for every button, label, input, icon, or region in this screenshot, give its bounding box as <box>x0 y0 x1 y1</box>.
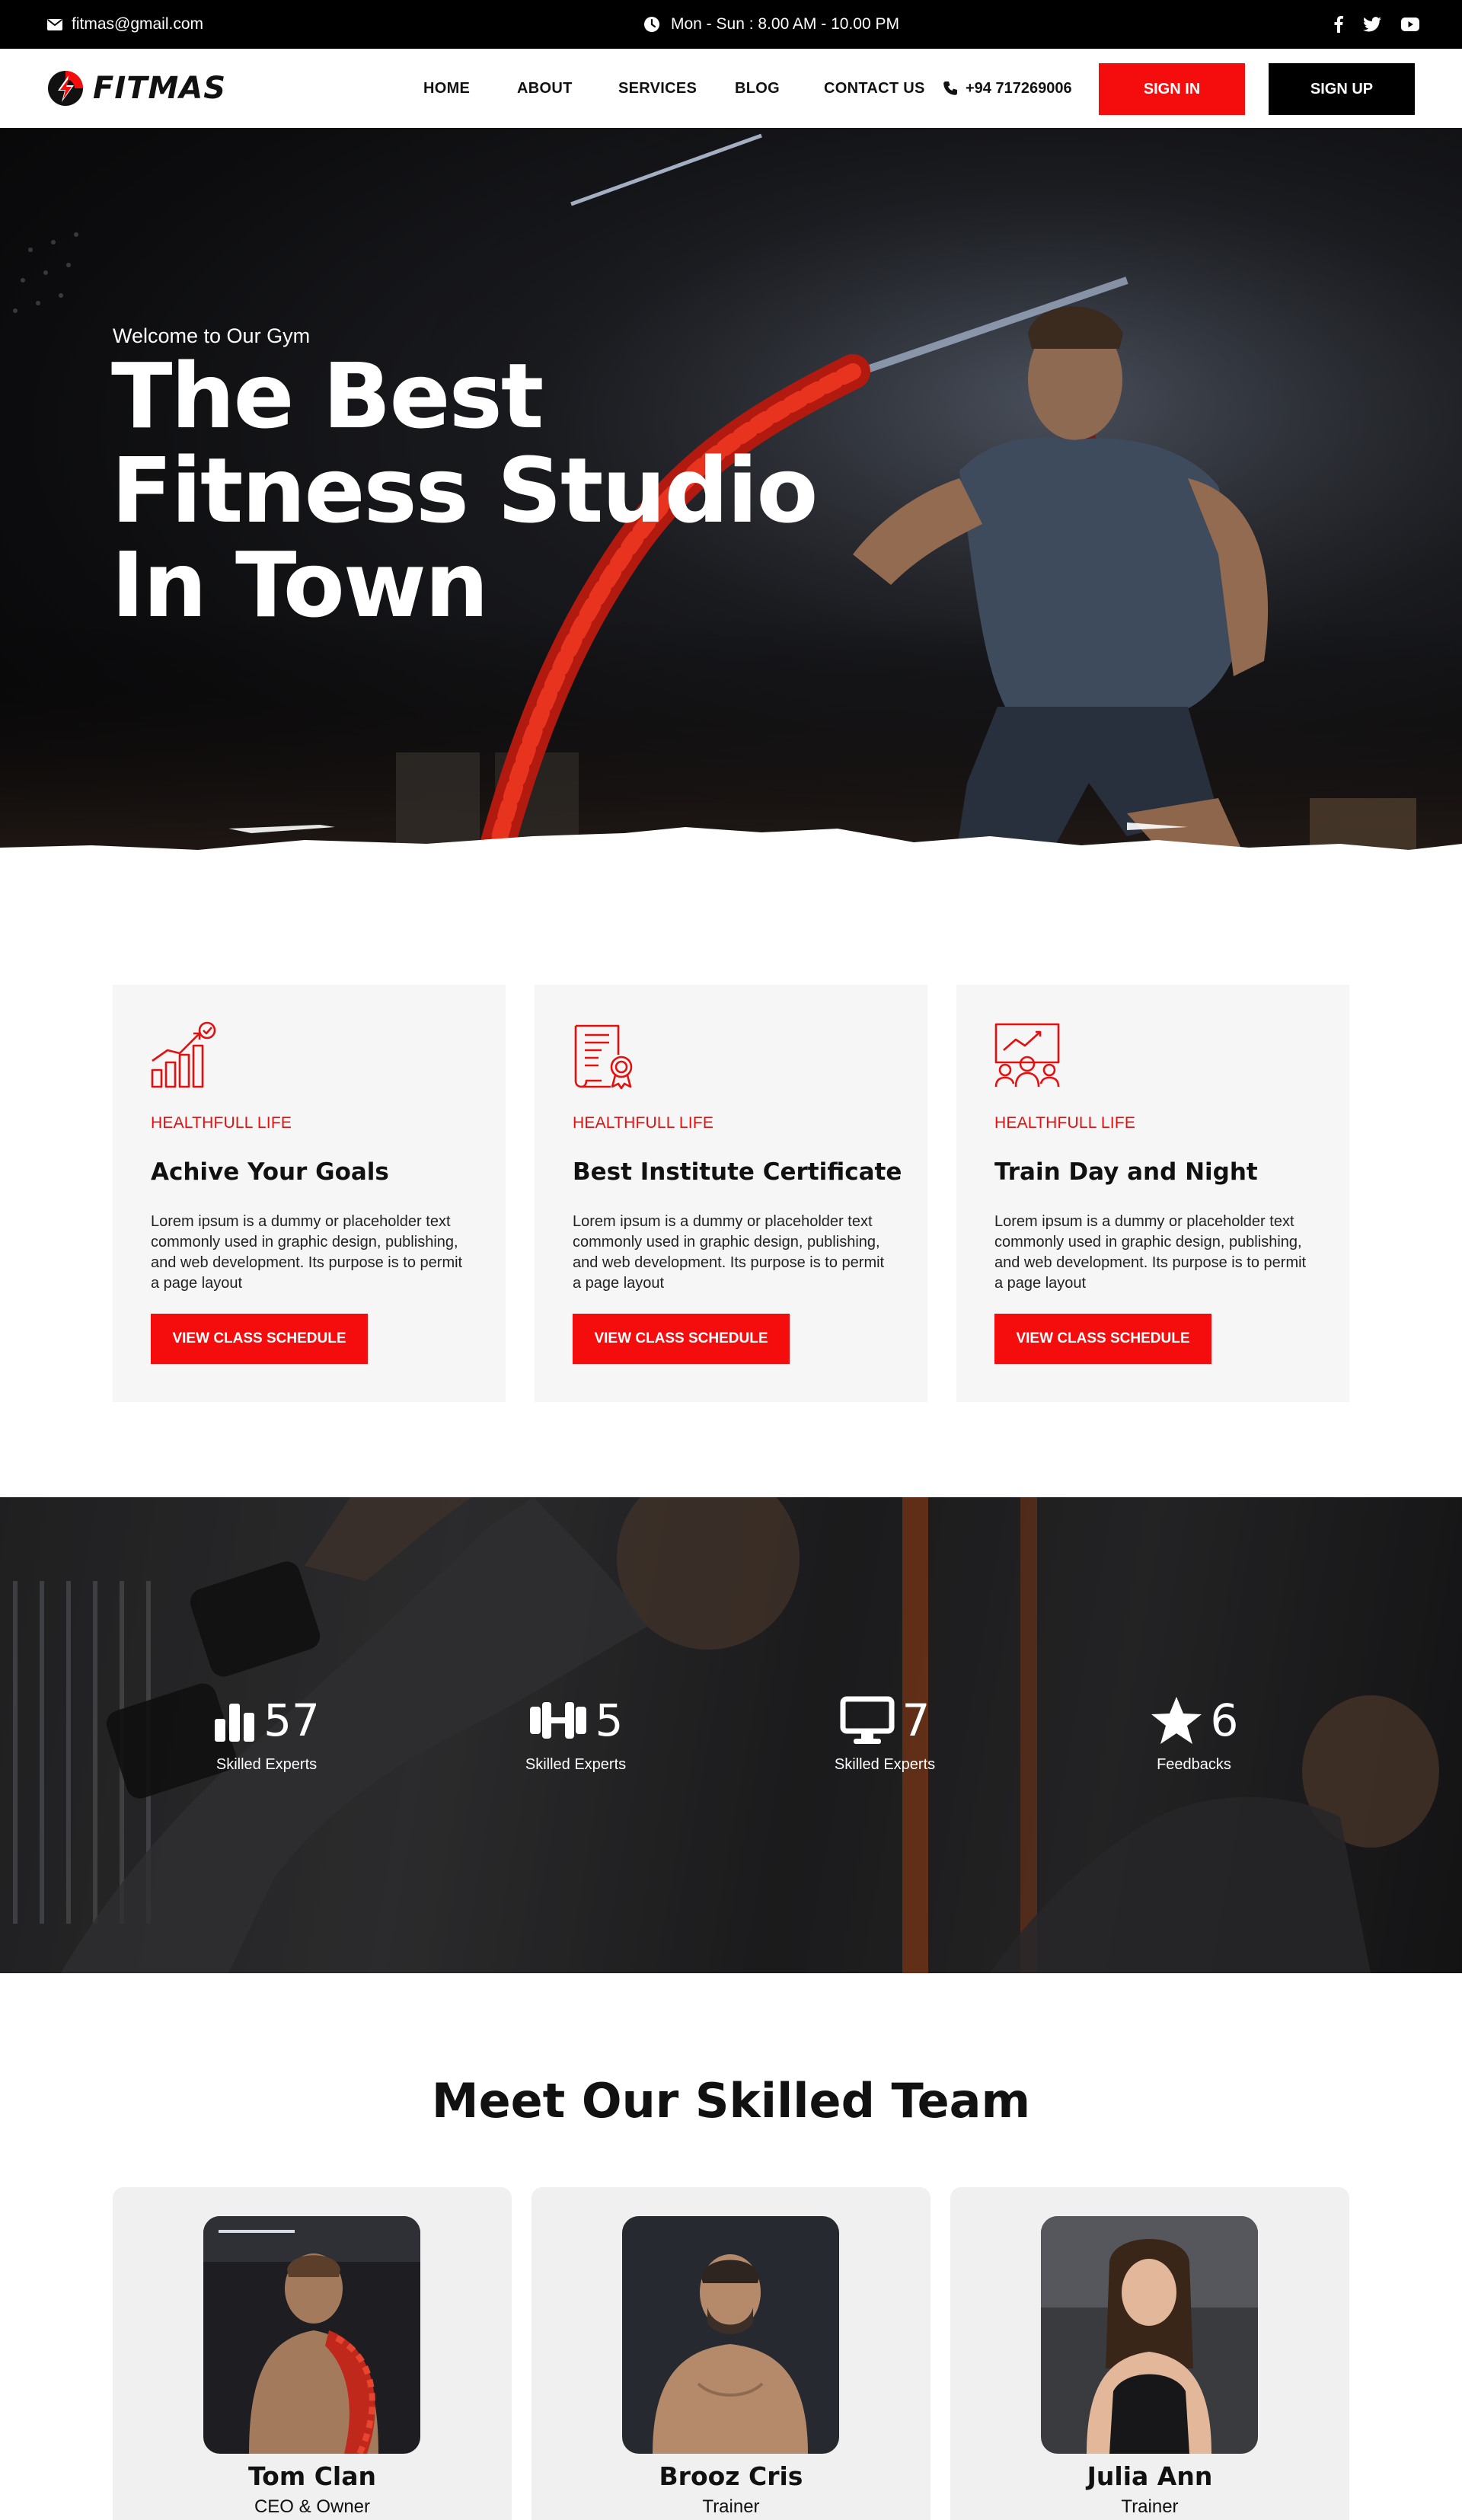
stat-label: Skilled Experts <box>215 1756 318 1773</box>
team-photo-image <box>1041 2216 1258 2454</box>
feature-card: HEALTHFULL LIFE Best Institute Certifica… <box>535 985 927 1402</box>
feature-title: Best Institute Certificate <box>573 1158 902 1186</box>
sign-in-button[interactable]: SIGN IN <box>1099 63 1245 115</box>
team-member-photo <box>1041 2216 1258 2454</box>
feature-title: Train Day and Night <box>994 1158 1258 1186</box>
team-member-card[interactable]: Brooz Cris Trainer <box>531 2187 931 2520</box>
team-member-card[interactable]: Tom Clan CEO & Owner <box>113 2187 512 2520</box>
view-class-schedule-button[interactable]: VIEW CLASS SCHEDULE <box>994 1314 1211 1364</box>
bar-chart-icon <box>215 1704 255 1742</box>
nav-link-contact[interactable]: CONTACT US <box>824 49 925 128</box>
stat-item: 57 Skilled Experts <box>152 1694 381 1774</box>
team-member-photo <box>203 2216 420 2454</box>
stat-item: 6 Feedbacks <box>1080 1694 1308 1774</box>
feature-card: HEALTHFULL LIFE Train Day and Night Lore… <box>956 985 1349 1402</box>
team-member-name: Brooz Cris <box>659 2461 803 2491</box>
phone-number: +94 717269006 <box>966 79 1072 97</box>
feature-description: Lorem ipsum is a dummy or placeholder te… <box>994 1213 1307 1292</box>
phone-icon <box>943 81 957 95</box>
youtube-icon[interactable] <box>1401 18 1419 31</box>
hero-title-line: In Town <box>111 532 489 637</box>
team-photo-image <box>203 2216 420 2454</box>
team-member-role: Trainer <box>702 2496 760 2517</box>
team-section-title: Meet Our Skilled Team <box>431 2073 1031 2129</box>
hero-title-line: Fitness Studio <box>111 438 818 543</box>
envelope-icon <box>47 18 62 30</box>
email-text: fitmas@gmail.com <box>72 15 204 33</box>
growth-chart-icon <box>151 1021 216 1088</box>
stat-item: 7 Skilled Experts <box>771 1694 999 1774</box>
feature-tag: HEALTHFULL LIFE <box>573 1114 714 1132</box>
stat-item: 5 Skilled Experts <box>461 1694 690 1774</box>
feature-tag: HEALTHFULL LIFE <box>151 1114 292 1132</box>
hero-banner: Welcome to Our Gym The Best Fitness Stud… <box>0 128 1462 882</box>
phone-contact[interactable]: +94 717269006 <box>943 49 1072 128</box>
stat-value: 5 <box>595 1694 624 1746</box>
stat-value: 7 <box>902 1694 931 1746</box>
feature-title: Achive Your Goals <box>151 1158 389 1186</box>
stats-banner: 57 Skilled Experts 5 Skilled Experts 7 S… <box>0 1497 1462 1973</box>
stat-label: Skilled Experts <box>525 1756 627 1773</box>
star-icon <box>1151 1697 1202 1744</box>
social-links <box>1334 0 1419 49</box>
view-class-schedule-button[interactable]: VIEW CLASS SCHEDULE <box>151 1314 368 1364</box>
hours-text: Mon - Sun : 8.00 AM - 10.00 PM <box>671 15 899 33</box>
nav-link-services[interactable]: SERVICES <box>618 49 697 128</box>
nav-link-blog[interactable]: BLOG <box>735 49 780 128</box>
team-member-card[interactable]: Julia Ann Trainer <box>950 2187 1349 2520</box>
nav-link-about[interactable]: ABOUT <box>517 49 573 128</box>
hero-title-line: The Best <box>111 343 544 449</box>
team-member-name: Julia Ann <box>1087 2461 1213 2491</box>
view-class-schedule-button[interactable]: VIEW CLASS SCHEDULE <box>573 1314 790 1364</box>
dumbbell-icon <box>529 1702 586 1739</box>
contact-email[interactable]: fitmas@gmail.com <box>47 0 203 49</box>
feature-description: Lorem ipsum is a dummy or placeholder te… <box>573 1213 885 1292</box>
stat-label: Feedbacks <box>1157 1756 1231 1773</box>
facebook-icon[interactable] <box>1334 16 1343 33</box>
certificate-icon <box>574 1024 633 1090</box>
stat-value: 6 <box>1210 1694 1239 1746</box>
stat-value: 57 <box>263 1694 320 1746</box>
sign-up-button[interactable]: SIGN UP <box>1269 63 1415 115</box>
monitor-icon <box>840 1696 895 1744</box>
opening-hours: Mon - Sun : 8.00 AM - 10.00 PM <box>643 0 899 49</box>
feature-card: HEALTHFULL LIFE Achive Your Goals Lorem … <box>113 985 506 1402</box>
team-member-role: CEO & Owner <box>254 2496 371 2517</box>
nav-link-home[interactable]: HOME <box>423 49 470 128</box>
feature-cards: HEALTHFULL LIFE Achive Your Goals Lorem … <box>113 985 1349 1402</box>
main-navigation: FITMAS HOME ABOUT SERVICES BLOG CONTACT … <box>0 49 1462 128</box>
team-member-name: Tom Clan <box>248 2461 376 2491</box>
twitter-icon[interactable] <box>1363 17 1381 32</box>
feature-description: Lorem ipsum is a dummy or placeholder te… <box>151 1213 463 1292</box>
presentation-team-icon <box>994 1023 1060 1088</box>
team-member-role: Trainer <box>1121 2496 1179 2517</box>
stat-label: Skilled Experts <box>834 1756 936 1773</box>
feature-tag: HEALTHFULL LIFE <box>994 1114 1136 1132</box>
team-photo-image <box>622 2216 839 2454</box>
clock-icon <box>644 17 659 32</box>
team-member-photo <box>622 2216 839 2454</box>
hero-title: The Best Fitness Studio In Town <box>111 349 873 632</box>
top-info-bar: fitmas@gmail.com Mon - Sun : 8.00 AM - 1… <box>0 0 1462 49</box>
